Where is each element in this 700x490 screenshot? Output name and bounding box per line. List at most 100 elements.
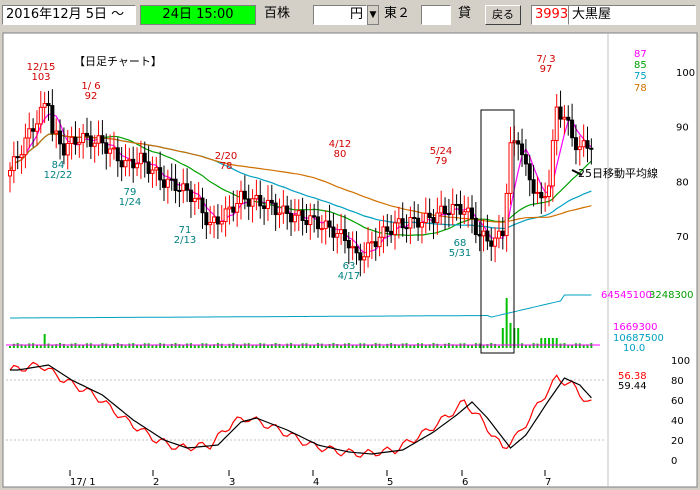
candle-body: [400, 218, 405, 229]
callout-date: 5/31: [449, 248, 471, 259]
candle-body: [158, 167, 163, 181]
x-tick-label: 6: [462, 477, 468, 488]
volume-bar: [397, 345, 400, 348]
candle-body: [8, 169, 12, 177]
candle-body: [38, 106, 43, 125]
candle-body: [111, 147, 116, 150]
volume-bar: [320, 343, 323, 348]
candle-body: [585, 140, 590, 149]
candle-body: [208, 221, 213, 226]
volume-bar: [509, 323, 512, 348]
price-tick-label: 100: [676, 68, 695, 79]
ma-mid2-value: 75: [634, 71, 647, 82]
candle-body: [304, 219, 309, 226]
volume-bar: [359, 343, 362, 348]
volume-bar: [532, 343, 535, 348]
volume-bar: [166, 345, 169, 348]
candle-body: [200, 197, 205, 214]
candle-body: [146, 161, 151, 174]
volume-bar: [282, 345, 285, 348]
volume-bar: [263, 343, 266, 348]
candle-body: [11, 156, 16, 171]
date-range-field[interactable]: 2016年12月 5日 ～: [2, 5, 136, 25]
company-name: 大黒屋: [568, 5, 696, 25]
volume-bar: [266, 345, 269, 348]
candle-body: [185, 183, 190, 191]
ma-annotation: 25日移動平均線: [578, 166, 658, 180]
candle-body: [212, 216, 217, 223]
volume-bar: [555, 338, 558, 348]
candle-body: [539, 191, 544, 199]
time-display: 24日 15:00: [140, 5, 256, 25]
volume-bar: [143, 343, 146, 348]
candle-body: [566, 116, 571, 121]
candle-body: [100, 135, 105, 144]
volume-bar: [182, 345, 185, 348]
candle-body: [15, 156, 20, 159]
candle-body: [312, 215, 317, 218]
candle-body: [489, 240, 494, 247]
candle-body: [69, 136, 74, 144]
volume-bar: [205, 343, 208, 348]
candle-body: [500, 230, 505, 237]
candle-body: [439, 205, 444, 214]
price-unit-field[interactable]: 円: [313, 5, 367, 25]
price-tick-label: 70: [676, 232, 689, 243]
volume-bar: [340, 345, 343, 348]
candle-body: [573, 137, 578, 151]
volume-bar: [163, 343, 165, 348]
volume-bar: [301, 343, 304, 348]
candle-body: [389, 230, 394, 235]
candle-body: [58, 130, 63, 145]
candle-body: [458, 203, 463, 215]
callout-price: 92: [85, 91, 98, 102]
price-unit-dropdown[interactable]: ▼: [367, 5, 379, 25]
volume-bar: [16, 343, 19, 348]
volume-bar: [128, 343, 131, 348]
candle-body: [504, 192, 509, 237]
candle-body: [323, 220, 328, 230]
volume-bar: [216, 343, 219, 348]
candle-body: [262, 205, 267, 209]
candle-body: [273, 202, 278, 216]
candle-body: [135, 163, 140, 169]
candle-body: [319, 228, 324, 231]
osc-d-value: 59.44: [618, 381, 647, 392]
candle-body: [366, 242, 371, 258]
chart-area: 70 80 90 100 0 20 40 60 80 100 17/ 1 2 3 4 5 6 7 12/15 103…: [0, 30, 700, 490]
stock-code[interactable]: 3993: [531, 5, 569, 25]
candle-body: [265, 199, 270, 209]
callout-date: 1/24: [119, 197, 141, 208]
volume-bar: [24, 345, 27, 348]
x-tick-label: 4: [313, 477, 319, 488]
volume-bar: [563, 343, 566, 348]
candle-body: [431, 217, 436, 224]
volume-bar: [89, 343, 92, 348]
candle-body: [450, 203, 455, 215]
candle-body: [562, 116, 567, 120]
back-button[interactable]: 戻る: [485, 5, 521, 25]
price-tick-label: 80: [676, 177, 689, 188]
candle-body: [416, 217, 421, 228]
candle-body: [235, 202, 240, 213]
candle-body: [173, 178, 178, 191]
candle-body: [496, 230, 501, 239]
volume-bar: [290, 343, 293, 348]
volume-bar: [317, 343, 319, 348]
candle-body: [570, 119, 575, 139]
candle-body: [369, 241, 374, 244]
lend-label: 貸: [458, 6, 472, 21]
candle-body: [396, 218, 401, 224]
callout-price: 103: [31, 72, 50, 83]
x-tick-label: 2: [153, 477, 159, 488]
candle-body: [350, 246, 355, 249]
toolbar: 2016年12月 5日 ～ 24日 15:00 百株 円 ▼ 東２ 貸 戻る 3…: [0, 0, 700, 30]
volume-value-b: 3248300: [649, 290, 694, 301]
candle-body: [485, 230, 490, 242]
volume-bar: [132, 343, 135, 348]
candle-body: [169, 178, 174, 181]
market-label: 東２: [384, 6, 411, 21]
x-tick-label: 5: [387, 477, 393, 488]
volume-bar: [436, 343, 439, 348]
volume-bar: [174, 343, 177, 348]
